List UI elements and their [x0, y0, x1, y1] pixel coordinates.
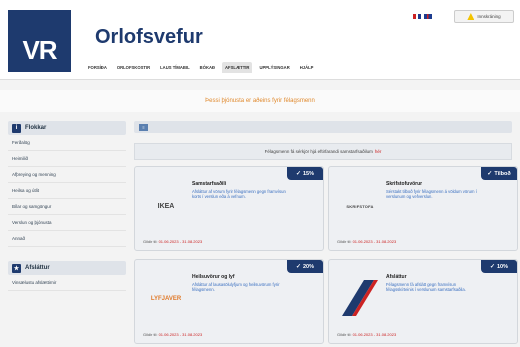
sidebar-item[interactable]: Verslun og þjónusta — [8, 215, 126, 231]
valid-dates: 01.06.2023 - 31.08.2023 — [158, 239, 203, 244]
footer-label: Gildir til: — [143, 239, 158, 244]
valid-dates: 01.06.2023 - 31.08.2023 — [352, 239, 397, 244]
page: VR Orlofsvefur Innskráning FORSÍÐA ORLOF… — [0, 0, 520, 347]
tag-icon: ✓ — [295, 171, 301, 177]
discount-badge: ✓ 10% — [481, 260, 517, 273]
sidebar-heading-categories: i Flokkar — [8, 121, 126, 135]
sidebar-heading-discounts: ★ Afsláttur — [8, 261, 126, 275]
partner-logo: SKRIFSTOFA — [346, 203, 374, 209]
sidebar-item[interactable]: Heilsa og útlit — [8, 183, 126, 199]
sidebar: i Flokkar Ferðalög Heimilið Afþreying og… — [8, 121, 126, 291]
header: VR Orlofsvefur Innskráning FORSÍÐA ORLOF… — [0, 0, 520, 80]
card-footer: Gildir til: 01.06.2023 - 31.08.2023 — [337, 332, 396, 337]
partner-description[interactable]: Afsláttur af vörum fyrir félagsmenn gegn… — [192, 189, 287, 199]
card-footer: Gildir til: 01.06.2023 - 31.08.2023 — [143, 239, 202, 244]
partner-description[interactable]: Afsláttur af lausasölulyfjum og heilsuvö… — [192, 282, 287, 292]
nav-laus-timabil[interactable]: LAUS TÍMABIL — [157, 62, 193, 73]
badge-label: Tilboð — [494, 170, 511, 177]
sidebar-heading-label: Flokkar — [25, 125, 47, 131]
vr-logo[interactable]: VR — [8, 10, 71, 72]
partner-name: Samstarfsaðili — [192, 181, 227, 187]
language-switch — [413, 14, 432, 19]
warning-icon — [467, 13, 475, 20]
main-nav: FORSÍÐA ORLOFSKOSTIR LAUS TÍMABIL BÓKAÐ … — [85, 62, 316, 73]
card-footer: Gildir til: 01.06.2023 - 31.08.2023 — [143, 332, 202, 337]
tag-icon: ✓ — [295, 264, 301, 270]
list-icon[interactable]: ≡ — [139, 123, 148, 131]
sidebar-item[interactable]: Vinsælustu afslættirnir — [8, 275, 126, 291]
valid-dates: 01.06.2023 - 31.08.2023 — [352, 332, 397, 337]
partner-description[interactable]: Félagsmenn fá afslátt gegn framvísun fél… — [386, 282, 481, 292]
partner-name: Skrifstofuvörur — [386, 181, 423, 187]
tag-icon: ✓ — [489, 264, 495, 270]
discount-card[interactable]: ✓ 10% Afsláttur Félagsmenn fá afslátt geg… — [328, 259, 518, 344]
sidebar-item[interactable]: Afþreying og menning — [8, 167, 126, 183]
main-toolbar: ≡ — [134, 121, 512, 133]
flag-logo-icon — [342, 280, 378, 316]
partner-description[interactable]: Sérstakt tilboð fyrir félagsmenn á völdu… — [386, 189, 481, 199]
footer-label: Gildir til: — [337, 332, 352, 337]
partner-name: Heilsuvörur og lyf — [192, 274, 235, 280]
nav-upplysingar[interactable]: UPPLÝSINGAR — [256, 62, 292, 73]
badge-label: 15% — [303, 170, 315, 177]
card-footer: Gildir til: 01.06.2023 - 31.08.2023 — [337, 239, 396, 244]
nav-orlofskostir[interactable]: ORLOFSKOSTIR — [114, 62, 153, 73]
nav-bokad[interactable]: BÓKAÐ — [197, 62, 218, 73]
sidebar-item[interactable]: Annað — [8, 231, 126, 247]
partner-logo — [337, 276, 383, 322]
sidebar-item[interactable]: Bílar og samgöngur — [8, 199, 126, 215]
discount-card[interactable]: ✓ 20% LYFJAVER Heilsuvörur og lyf Afslátt… — [134, 259, 324, 344]
discount-card[interactable]: ✓ Tilboð SKRIFSTOFA Skrifstofuvörur Sérst… — [328, 166, 518, 251]
footer-label: Gildir til: — [143, 332, 158, 337]
nav-afslaettir[interactable]: AFSLÆTTIR — [222, 62, 253, 73]
notice-banner: Þessi þjónusta er aðeins fyrir félagsmen… — [0, 90, 520, 112]
valid-dates: 01.06.2023 - 31.08.2023 — [158, 332, 203, 337]
partner-logo: LYFJAVER — [150, 296, 182, 302]
info-bar: Félagsmenn fá sérkjör hjá eftirfarandi s… — [134, 143, 512, 160]
star-icon: ★ — [12, 263, 21, 273]
login-button-label: Innskráning — [477, 14, 501, 19]
nav-hjalp[interactable]: HJÁLP — [297, 62, 317, 73]
discount-badge: ✓ Tilboð — [481, 167, 517, 180]
badge-label: 10% — [497, 263, 509, 270]
sidebar-item[interactable]: Heimilið — [8, 151, 126, 167]
info-icon: i — [12, 123, 21, 133]
discount-badge: ✓ 15% — [287, 167, 323, 180]
site-title: Orlofsvefur — [95, 26, 203, 48]
partner-logo: IKEA — [157, 202, 175, 210]
login-button[interactable]: Innskráning — [454, 10, 514, 23]
icelandic-flag-icon[interactable] — [424, 14, 432, 19]
info-link[interactable]: hér — [375, 149, 382, 154]
sidebar-item[interactable]: Ferðalög — [8, 135, 126, 151]
partner-name: Afsláttur — [386, 274, 407, 280]
footer-label: Gildir til: — [337, 239, 352, 244]
english-flag-icon[interactable] — [413, 14, 421, 19]
info-text: Félagsmenn fá sérkjör hjá eftirfarandi s… — [264, 149, 373, 154]
nav-forsida[interactable]: FORSÍÐA — [85, 62, 110, 73]
sidebar-heading-label: Afsláttur — [25, 265, 50, 271]
tag-icon: ✓ — [487, 171, 493, 177]
main-content: ≡ Félagsmenn fá sérkjör hjá eftirfarandi… — [134, 121, 512, 160]
discount-card[interactable]: ✓ 15% IKEA Samstarfsaðili Afsláttur af vö… — [134, 166, 324, 251]
discount-badge: ✓ 20% — [287, 260, 323, 273]
badge-label: 20% — [303, 263, 315, 270]
